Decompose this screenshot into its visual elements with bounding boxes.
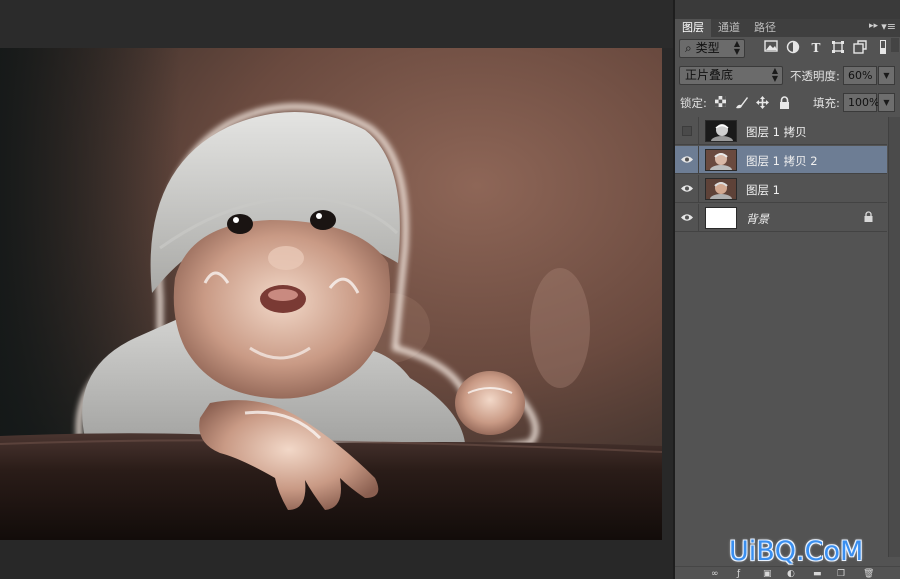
lock-position-icon[interactable]	[755, 96, 769, 110]
layer-thumbnail	[705, 178, 737, 200]
lock-icon[interactable]	[864, 211, 873, 225]
layer-thumbnail	[705, 149, 737, 171]
layer-row[interactable]: 图层 1	[675, 175, 887, 203]
link-layers-icon[interactable]: ∞	[711, 569, 719, 579]
adjustment-filter-icon[interactable]	[785, 40, 801, 56]
smart-object-filter-icon[interactable]	[852, 40, 868, 56]
new-group-icon[interactable]: ▬	[813, 569, 822, 579]
fill-input[interactable]: 100%	[843, 93, 879, 112]
delete-layer-icon[interactable]: 🗑	[863, 569, 874, 579]
lock-transparent-icon[interactable]	[713, 96, 727, 110]
search-icon: ⌕	[685, 41, 692, 55]
fill-slider-toggle[interactable]: ▼	[878, 93, 895, 112]
eye-icon[interactable]	[681, 213, 693, 222]
blend-mode-value: 正片叠底	[685, 68, 734, 82]
eye-icon[interactable]	[681, 184, 693, 193]
tab-layers[interactable]: 图层	[675, 19, 711, 37]
panel-scroll-button[interactable]	[891, 38, 899, 52]
layer-name: 图层 1	[746, 183, 780, 197]
panel-header-strip	[675, 0, 900, 19]
opacity-slider-toggle[interactable]: ▼	[878, 66, 895, 85]
panel-footer: ∞ ƒ ▣ ◐ ▬ ❐ 🗑	[675, 566, 900, 579]
filter-kind-dropdown[interactable]: ⌕ 类型 ▲ ▼	[679, 39, 745, 58]
shape-filter-icon[interactable]	[830, 40, 846, 56]
new-layer-icon[interactable]: ❐	[837, 569, 845, 579]
layer-name: 图层 1 拷贝	[746, 125, 807, 139]
dropdown-arrows-icon: ▲ ▼	[771, 66, 778, 83]
type-filter-icon[interactable]: T	[808, 40, 824, 56]
panel-collapse-icon[interactable]: ▸▸	[869, 21, 878, 31]
visibility-toggle[interactable]	[675, 175, 699, 203]
layer-name: 图层 1 拷贝 2	[746, 154, 818, 168]
layer-row[interactable]: 图层 1 拷贝 2	[675, 146, 887, 174]
opacity-label: 不透明度:	[790, 69, 840, 83]
add-mask-icon[interactable]: ▣	[763, 569, 772, 579]
tab-paths[interactable]: 路径	[747, 19, 783, 37]
fill-label: 填充:	[813, 96, 840, 110]
layers-panel: 图层 通道 路径 ▸▸ ▾≡ ⌕ 类型 ▲ ▼ T 正片叠底 ▲ ▼ 不透明度: 6…	[675, 0, 900, 579]
visibility-toggle[interactable]	[675, 117, 699, 145]
image-filter-icon[interactable]	[763, 40, 779, 56]
panel-menu-icon[interactable]: ▾≡	[881, 20, 896, 33]
workspace-background	[0, 0, 673, 48]
hidden-visibility-box[interactable]	[682, 126, 692, 136]
eye-icon[interactable]	[681, 155, 693, 164]
opacity-input[interactable]: 60%	[843, 66, 877, 85]
layer-style-icon[interactable]: ƒ	[737, 569, 740, 579]
site-watermark: UiBQ.CoM	[729, 536, 864, 567]
layer-thumbnail	[705, 120, 737, 142]
dropdown-arrows-icon: ▲ ▼	[733, 39, 740, 56]
tab-channels[interactable]: 通道	[711, 19, 747, 37]
canvas-image	[0, 48, 662, 540]
visibility-toggle[interactable]	[675, 146, 699, 174]
new-adjustment-icon[interactable]: ◐	[787, 569, 795, 579]
layers-scrollbar[interactable]	[888, 117, 900, 557]
blend-mode-dropdown[interactable]: 正片叠底 ▲ ▼	[679, 66, 783, 85]
layer-row[interactable]: 背景	[675, 204, 887, 232]
layer-name: 背景	[746, 212, 769, 226]
layer-row[interactable]: 图层 1 拷贝	[675, 117, 887, 145]
lock-all-icon[interactable]	[777, 96, 791, 110]
document-canvas[interactable]	[0, 48, 662, 540]
document-workspace	[0, 0, 673, 579]
layer-thumbnail	[705, 207, 737, 229]
visibility-toggle[interactable]	[675, 204, 699, 232]
lock-image-icon[interactable]	[734, 96, 748, 110]
filter-kind-label: 类型	[695, 41, 720, 55]
filter-toggle-icon[interactable]	[879, 40, 887, 56]
lock-label: 锁定:	[680, 96, 707, 110]
